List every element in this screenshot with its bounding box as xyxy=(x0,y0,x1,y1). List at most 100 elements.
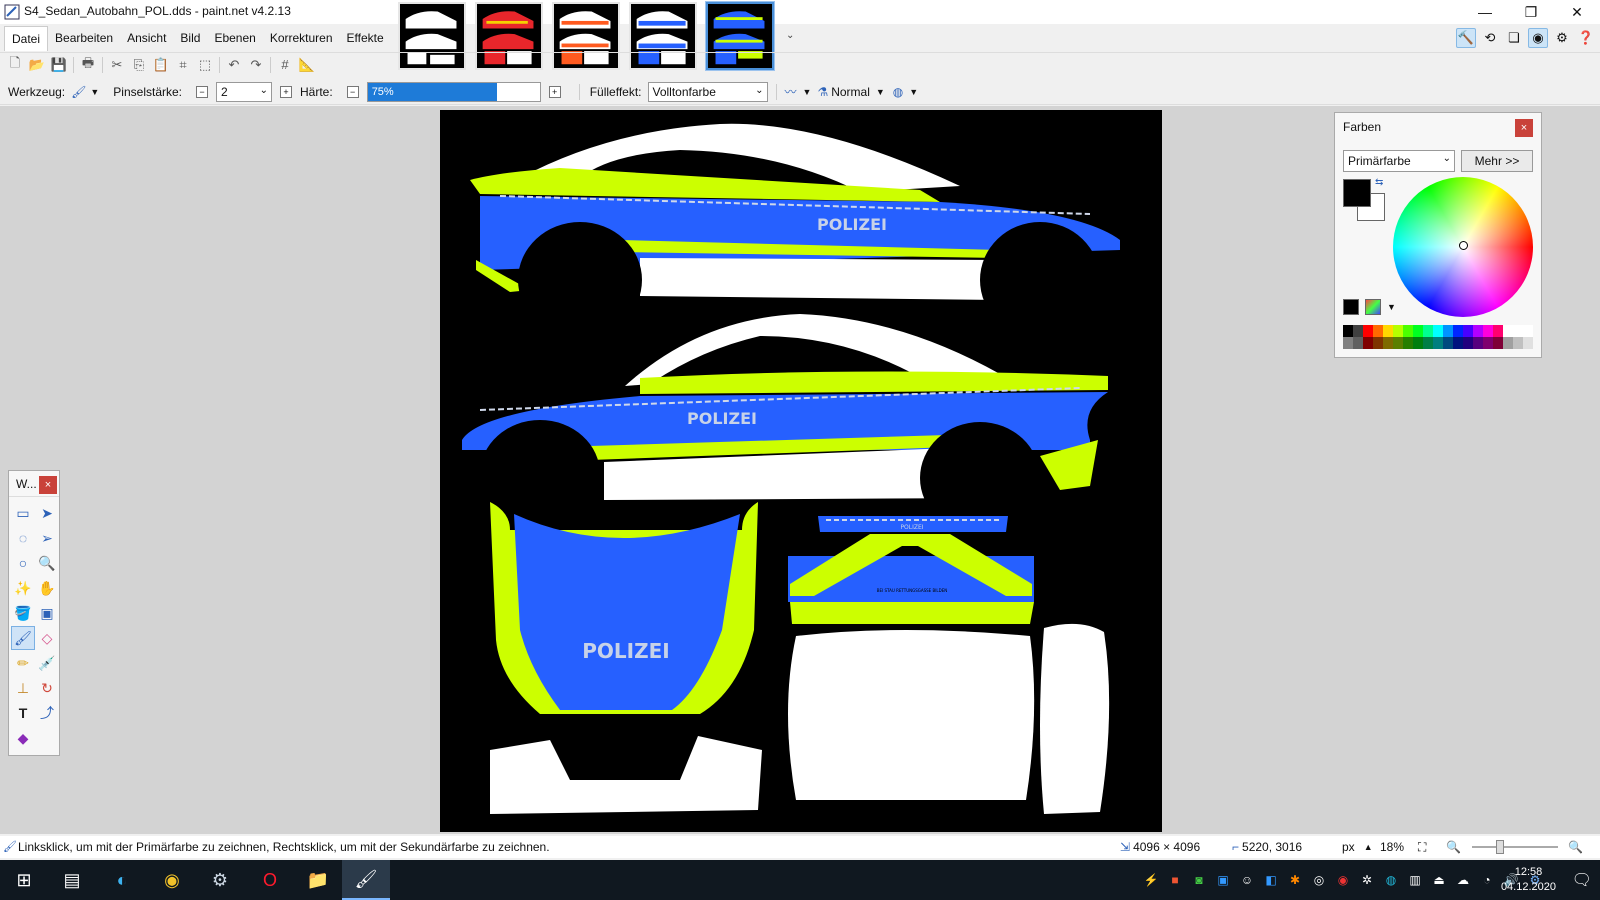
palette-swatch[interactable] xyxy=(1473,325,1483,337)
open-folder-icon[interactable]: 📂 xyxy=(26,54,48,76)
palette-swatch[interactable] xyxy=(1483,337,1493,349)
blend-mode-value[interactable]: Normal xyxy=(831,85,870,99)
paint-bucket-icon[interactable]: 🪣 xyxy=(11,601,35,625)
palette-swatch[interactable] xyxy=(1413,337,1423,349)
add-to-palette-icon[interactable] xyxy=(1343,299,1359,315)
palette-swatch[interactable] xyxy=(1403,325,1413,337)
ellipse-select-icon[interactable]: ○ xyxy=(11,551,35,575)
clone-stamp-icon[interactable]: ⊥ xyxy=(11,676,35,700)
tray-app-icon-6[interactable]: ✱ xyxy=(1286,871,1304,889)
palette-swatch[interactable] xyxy=(1463,325,1473,337)
fill-select[interactable]: Volltonfarbe ⌄ xyxy=(647,81,768,102)
paintnet-taskbar-icon[interactable]: 🖌 xyxy=(342,860,390,900)
menu-ebenen[interactable]: Ebenen xyxy=(207,26,262,50)
unit-select[interactable]: px ▲ xyxy=(1342,840,1373,854)
palette-swatch[interactable] xyxy=(1343,337,1353,349)
file-explorer-icon[interactable]: 📁 xyxy=(294,860,342,900)
more-colors-button[interactable]: Mehr >> xyxy=(1461,150,1533,172)
lasso-select-icon[interactable]: ◌ xyxy=(11,526,35,550)
pencil-icon[interactable]: ✏ xyxy=(11,651,35,675)
colors-window-close-button[interactable]: × xyxy=(1515,119,1533,137)
rectangle-select-icon[interactable]: ▭ xyxy=(11,501,35,525)
history-window-toggle-icon[interactable]: ⟲ xyxy=(1480,28,1500,48)
crop-icon[interactable]: ⌗ xyxy=(172,54,194,76)
save-icon[interactable]: 💾 xyxy=(48,54,70,76)
palette-swatch[interactable] xyxy=(1443,337,1453,349)
selection-mode-icon[interactable]: ◍ xyxy=(893,85,903,99)
menu-datei[interactable]: Datei xyxy=(4,25,49,51)
palette-swatch[interactable] xyxy=(1423,325,1433,337)
tray-app-icon-4[interactable]: ▣ xyxy=(1214,871,1232,889)
deselect-icon[interactable]: ⬚ xyxy=(194,54,216,76)
tools-window-toggle-icon[interactable]: 🔨 xyxy=(1456,28,1476,48)
palette-dropdown-icon[interactable]: ▼ xyxy=(1387,302,1396,312)
palette-swatch[interactable] xyxy=(1433,325,1443,337)
decrease-hardness-button[interactable]: − xyxy=(346,85,359,98)
restore-button[interactable]: ❐ xyxy=(1508,0,1554,24)
settings-gear-icon[interactable]: ⚙ xyxy=(1552,28,1572,48)
redo-icon[interactable]: ↷ xyxy=(245,54,267,76)
palette-swatch[interactable] xyxy=(1363,337,1373,349)
menu-effekte[interactable]: Effekte xyxy=(340,26,391,50)
layers-window-toggle-icon[interactable]: ❏ xyxy=(1504,28,1524,48)
selection-mode-dropdown-icon[interactable]: ▼ xyxy=(909,87,918,97)
palette-swatch[interactable] xyxy=(1433,337,1443,349)
palette-swatch[interactable] xyxy=(1403,337,1413,349)
palette-swatch[interactable] xyxy=(1503,325,1513,337)
antialiasing-dropdown-icon[interactable]: ▼ xyxy=(803,87,812,97)
pan-hand-icon[interactable]: ✋ xyxy=(35,576,59,600)
move-selection-icon[interactable]: ➢ xyxy=(35,526,59,550)
undo-icon[interactable]: ↶ xyxy=(223,54,245,76)
color-wheel-marker[interactable] xyxy=(1459,241,1468,250)
palette-menu-icon[interactable] xyxy=(1365,299,1381,315)
blend-mode-dropdown-icon[interactable]: ▼ xyxy=(876,87,885,97)
tray-app-icon-12[interactable]: ☁ xyxy=(1454,871,1472,889)
palette-swatch[interactable] xyxy=(1493,337,1503,349)
zoom-icon[interactable]: 🔍 xyxy=(35,551,59,575)
palette-swatch[interactable] xyxy=(1353,337,1363,349)
tray-app-icon-10[interactable]: ◍ xyxy=(1382,871,1400,889)
palette-swatch[interactable] xyxy=(1463,337,1473,349)
opera-browser-icon[interactable]: O xyxy=(246,860,294,900)
usb-icon[interactable]: ⏏ xyxy=(1430,871,1448,889)
close-button[interactable]: ✕ xyxy=(1554,0,1600,24)
paintbrush-icon[interactable]: 🖌 xyxy=(71,85,86,99)
palette-swatch[interactable] xyxy=(1523,337,1533,349)
antialiasing-icon[interactable]: 〰 xyxy=(785,83,797,100)
tray-app-icon-7[interactable]: ◎ xyxy=(1310,871,1328,889)
recolor-icon[interactable]: ↻ xyxy=(35,676,59,700)
palette-swatch[interactable] xyxy=(1513,337,1523,349)
zoom-in-icon[interactable]: 🔍 xyxy=(1568,840,1583,854)
color-picker-icon[interactable]: 💉 xyxy=(35,651,59,675)
chrome-browser-icon[interactable]: ◉ xyxy=(148,860,196,900)
help-icon[interactable]: ❓ xyxy=(1576,28,1596,48)
cut-icon[interactable]: ✂ xyxy=(106,54,128,76)
palette-swatch[interactable] xyxy=(1423,337,1433,349)
tray-app-icon-3[interactable]: ◙ xyxy=(1190,871,1208,889)
chevron-down-icon[interactable]: ⌄ xyxy=(786,30,794,41)
menu-bild[interactable]: Bild xyxy=(173,26,207,50)
blend-mode-icon[interactable]: ⚗ xyxy=(817,85,828,99)
swap-colors-icon[interactable]: ⇆ xyxy=(1375,177,1383,188)
tool-dropdown-icon[interactable]: ▼ xyxy=(90,87,99,97)
palette-swatch[interactable] xyxy=(1473,337,1483,349)
notification-center-icon[interactable]: 🗨 xyxy=(1572,870,1592,890)
steam-icon[interactable]: ⚙ xyxy=(196,860,244,900)
edge-browser-icon[interactable]: ◐ xyxy=(98,860,146,900)
tray-app-icon-9[interactable]: ✲ xyxy=(1358,871,1376,889)
tray-app-icon-11[interactable]: ▥ xyxy=(1406,871,1424,889)
palette-swatch[interactable] xyxy=(1373,325,1383,337)
new-file-icon[interactable]: 🗋 xyxy=(4,54,26,76)
palette-swatch[interactable] xyxy=(1363,325,1373,337)
paintbrush-tool-icon[interactable]: 🖌 xyxy=(11,626,35,650)
palette-swatch[interactable] xyxy=(1353,325,1363,337)
print-icon[interactable]: 🖶 xyxy=(77,54,99,76)
zoom-slider-thumb[interactable] xyxy=(1496,840,1504,854)
primary-color-swatch[interactable] xyxy=(1343,179,1371,207)
palette-swatch[interactable] xyxy=(1493,325,1503,337)
palette-swatch[interactable] xyxy=(1393,325,1403,337)
increase-brush-size-button[interactable]: + xyxy=(280,85,292,98)
minimize-button[interactable]: — xyxy=(1462,0,1508,24)
zoom-slider-track[interactable] xyxy=(1472,846,1558,848)
palette-swatch[interactable] xyxy=(1483,325,1493,337)
